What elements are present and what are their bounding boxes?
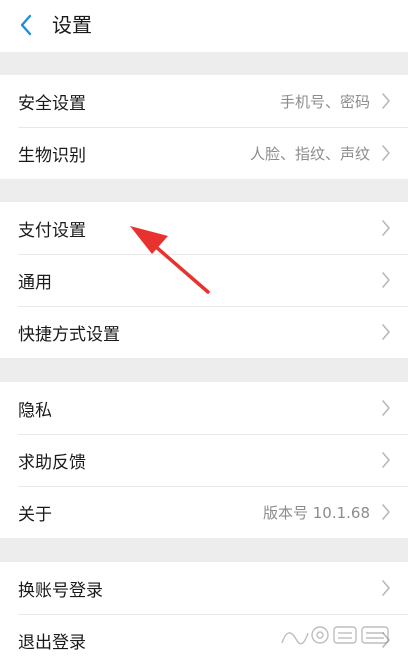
chevron-right-icon <box>380 92 392 110</box>
settings-row-shortcuts[interactable]: 快捷方式设置 <box>0 306 408 358</box>
row-label: 关于 <box>18 504 52 525</box>
row-label: 支付设置 <box>18 220 86 241</box>
row-label: 快捷方式设置 <box>18 324 120 345</box>
page-title: 设置 <box>52 13 92 37</box>
chevron-right-icon <box>380 144 392 162</box>
settings-row-general[interactable]: 通用 <box>0 254 408 306</box>
chevron-right-icon <box>380 579 392 597</box>
row-label: 生物识别 <box>18 145 86 166</box>
settings-row-about[interactable]: 关于 版本号 10.1.68 <box>0 486 408 538</box>
row-label: 安全设置 <box>18 93 86 114</box>
row-label: 换账号登录 <box>18 580 103 601</box>
settings-row-biometrics[interactable]: 生物识别 人脸、指纹、声纹 <box>0 127 408 179</box>
chevron-right-icon <box>380 399 392 417</box>
settings-row-security[interactable]: 安全设置 手机号、密码 <box>0 75 408 127</box>
chevron-left-icon <box>20 14 32 36</box>
row-value: 人脸、指纹、声纹 <box>249 144 370 163</box>
chevron-right-icon <box>380 219 392 237</box>
version-value: 版本号 10.1.68 <box>262 503 370 522</box>
settings-group-general: 支付设置 通用 快捷方式设置 <box>0 202 408 358</box>
settings-group-account: 安全设置 手机号、密码 生物识别 人脸、指纹、声纹 <box>0 75 408 179</box>
title-bar: 设置 <box>0 0 408 52</box>
settings-row-payment[interactable]: 支付设置 <box>0 202 408 254</box>
row-value: 手机号、密码 <box>279 92 370 111</box>
row-label: 隐私 <box>18 400 52 421</box>
row-label: 通用 <box>18 272 52 293</box>
watermark-logo-icon <box>281 626 389 645</box>
settings-row-privacy[interactable]: 隐私 <box>0 382 408 434</box>
row-label: 求助反馈 <box>18 452 86 473</box>
settings-row-switch-account[interactable]: 换账号登录 <box>0 562 408 614</box>
chevron-right-icon <box>380 451 392 469</box>
chevron-right-icon <box>380 271 392 289</box>
row-label: 退出登录 <box>18 632 86 653</box>
settings-row-help-feedback[interactable]: 求助反馈 <box>0 434 408 486</box>
chevron-right-icon <box>380 503 392 521</box>
settings-group-about: 隐私 求助反馈 关于 版本号 10.1.68 <box>0 382 408 538</box>
chevron-right-icon <box>380 323 392 341</box>
back-button[interactable] <box>12 10 40 40</box>
